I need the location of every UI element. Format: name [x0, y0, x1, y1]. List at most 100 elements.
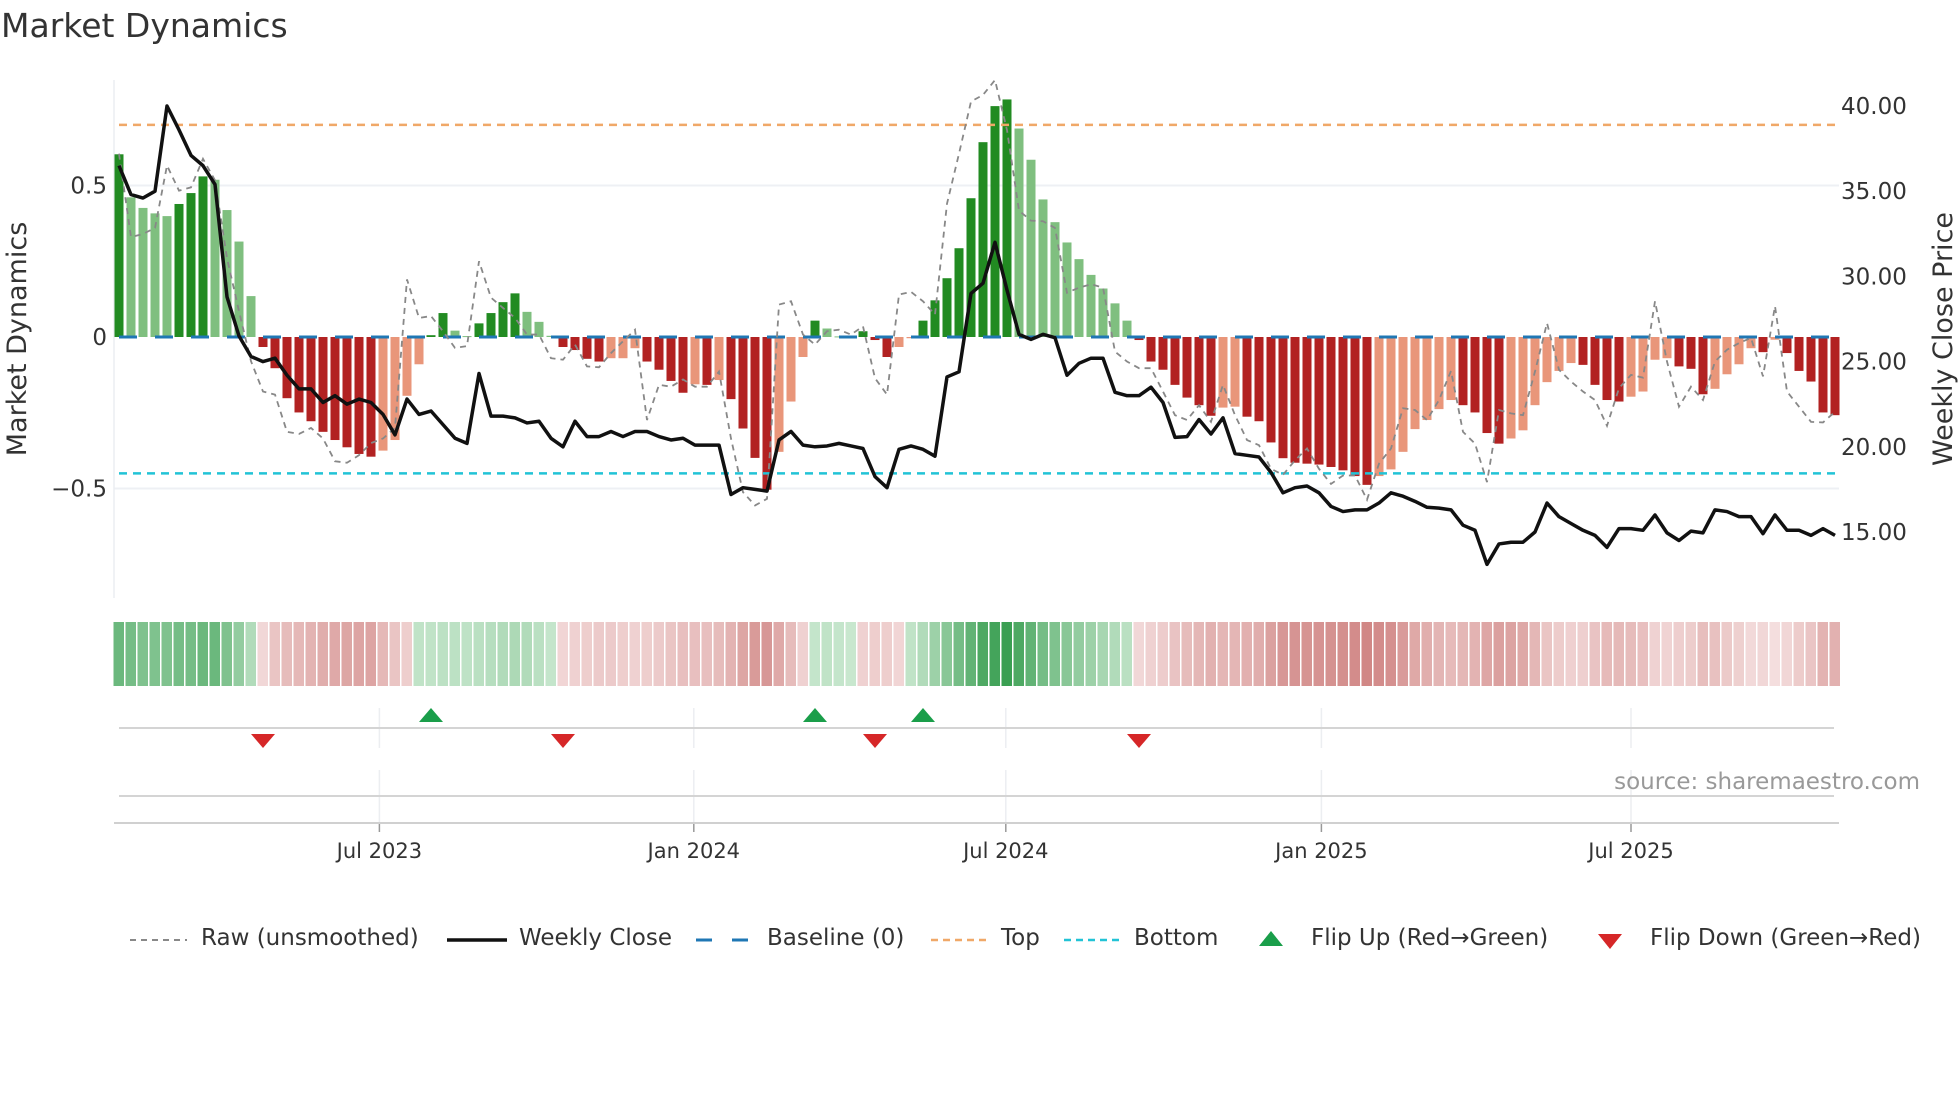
momentum-bar [1398, 337, 1408, 452]
heat-cell [293, 622, 304, 686]
momentum-bar [606, 337, 616, 359]
heat-cell [689, 622, 700, 686]
momentum-bar [1662, 337, 1672, 359]
heat-cell [749, 622, 760, 686]
momentum-bar [1458, 337, 1468, 406]
heat-cell [1781, 622, 1792, 686]
heat-cell [1445, 622, 1456, 686]
heat-cell [1049, 622, 1060, 686]
momentum-bar [666, 337, 676, 381]
momentum-bar [1482, 337, 1492, 434]
momentum-bar [1710, 337, 1720, 389]
momentum-bar [1038, 199, 1048, 337]
heat-cell [233, 622, 244, 686]
momentum-bar [702, 337, 712, 385]
momentum-bar [918, 320, 928, 337]
momentum-bar [822, 328, 832, 337]
heat-cell [353, 622, 364, 686]
momentum-bar [798, 337, 808, 357]
momentum-bar [354, 337, 364, 454]
momentum-bar [126, 197, 136, 337]
momentum-bar [1266, 337, 1276, 443]
momentum-bar [570, 337, 580, 351]
heat-cell [1073, 622, 1084, 686]
heat-cell [1829, 622, 1840, 686]
momentum-bar [1578, 337, 1588, 365]
heat-cell [593, 622, 604, 686]
heat-strip [113, 622, 1840, 686]
legend-raw: Raw (unsmoothed) [201, 925, 419, 951]
heat-cell [1505, 622, 1516, 686]
heat-cell [1013, 622, 1024, 686]
heat-cell [1025, 622, 1036, 686]
heat-cell [617, 622, 628, 686]
momentum-bar [726, 337, 736, 400]
heat-cell [1349, 622, 1360, 686]
flip-down-marker [251, 734, 275, 748]
momentum-bar [426, 335, 436, 337]
heat-cell [317, 622, 328, 686]
momentum-bar [978, 142, 988, 337]
momentum-bar [786, 337, 796, 402]
heat-cell [1733, 622, 1744, 686]
momentum-bar [1122, 320, 1132, 337]
heat-cell [1409, 622, 1420, 686]
momentum-bar [1650, 337, 1660, 360]
heat-cell [857, 622, 868, 686]
momentum-bar [438, 313, 448, 337]
heat-cell [125, 622, 136, 686]
heat-cell [413, 622, 424, 686]
momentum-bar [1590, 337, 1600, 385]
heat-cell [1361, 622, 1372, 686]
heat-cell [797, 622, 808, 686]
momentum-bar [342, 337, 352, 448]
momentum-bar [138, 207, 148, 337]
heat-cell [641, 622, 652, 686]
legend-flip-up: Flip Up (Red→Green) [1311, 925, 1549, 951]
momentum-bar [594, 337, 604, 362]
heat-cell [737, 622, 748, 686]
momentum-bar [1434, 337, 1444, 410]
momentum-bar [1338, 337, 1348, 471]
heat-cell [377, 622, 388, 686]
y-axis-label: Market Dynamics [2, 222, 33, 457]
momentum-bar [1794, 337, 1804, 371]
x-tick-label: Jul 2023 [335, 839, 422, 863]
x-tick-label: Jul 2025 [1586, 839, 1673, 863]
heat-cell [113, 622, 124, 686]
weekly-close-line [117, 104, 1836, 567]
heat-cell [1793, 622, 1804, 686]
momentum-bar [690, 337, 700, 385]
heat-cell [653, 622, 664, 686]
y2-tick-label: 40.00 [1841, 94, 1907, 120]
momentum-bar [642, 337, 652, 362]
momentum-bar [1254, 337, 1264, 422]
momentum-bar [1242, 337, 1252, 417]
momentum-bar [1542, 337, 1552, 383]
momentum-bar [1074, 259, 1084, 337]
momentum-bar [378, 337, 388, 451]
heat-cell [137, 622, 148, 686]
heat-cell [533, 622, 544, 686]
momentum-bar [1158, 337, 1168, 370]
legend-weekly-close: Weekly Close [519, 925, 672, 951]
y2-tick-label: 15.00 [1841, 520, 1907, 546]
heat-cell [677, 622, 688, 686]
legend-top: Top [1001, 925, 1040, 951]
heat-cell [1637, 622, 1648, 686]
y2-tick-label: 20.00 [1841, 435, 1907, 461]
heat-cell [545, 622, 556, 686]
heat-cell [281, 622, 292, 686]
heat-cell [1109, 622, 1120, 686]
grid [114, 184, 1839, 832]
heat-cell [1337, 622, 1348, 686]
momentum-bar [1146, 337, 1156, 362]
heat-cell [365, 622, 376, 686]
heat-cell [1817, 622, 1828, 686]
heat-cell [1541, 622, 1552, 686]
heat-cell [389, 622, 400, 686]
heat-cell [1397, 622, 1408, 686]
momentum-bar [942, 278, 952, 337]
heat-cell [1625, 622, 1636, 686]
momentum-bar [474, 323, 484, 337]
